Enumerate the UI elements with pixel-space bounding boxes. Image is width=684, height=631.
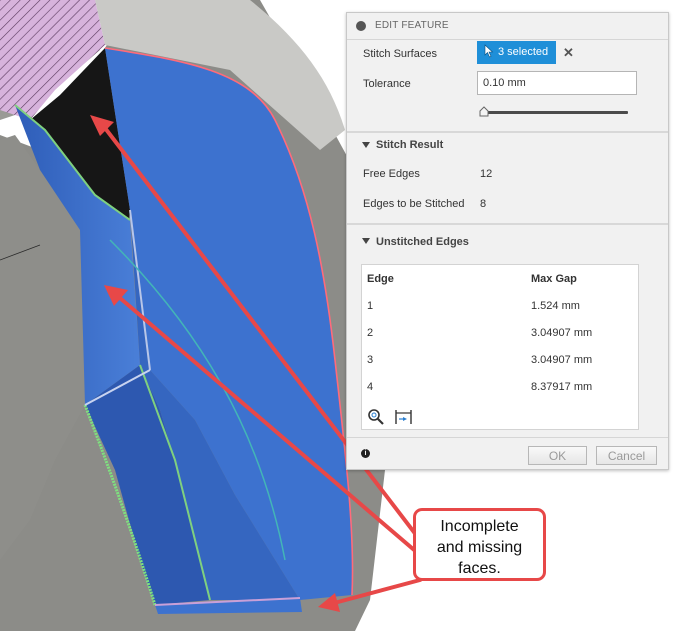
ok-button[interactable]: OK	[528, 446, 587, 465]
tolerance-input[interactable]	[477, 71, 637, 95]
table-row-edge[interactable]: 1	[367, 300, 373, 312]
edges-to-stitch-value: 8	[480, 198, 487, 210]
table-row-gap[interactable]: 8.37917 mm	[531, 381, 592, 393]
tolerance-slider-track[interactable]	[482, 111, 628, 114]
stitch-surfaces-label: Stitch Surfaces	[363, 48, 437, 60]
stitch-surfaces-selection-button[interactable]: 3 selected	[477, 41, 556, 64]
panel-title: EDIT FEATURE	[375, 20, 449, 31]
free-edges-label: Free Edges	[363, 168, 420, 180]
table-row-gap[interactable]: 3.04907 mm	[531, 327, 592, 339]
callout-line: faces.	[458, 560, 501, 577]
table-row-gap[interactable]: 3.04907 mm	[531, 354, 592, 366]
unstitched-edges-section-header[interactable]: Unstitched Edges	[347, 223, 668, 251]
stitch-result-section-header[interactable]: Stitch Result	[347, 131, 668, 159]
fit-edges-icon[interactable]	[394, 408, 414, 426]
collapse-triangle-icon	[362, 142, 370, 148]
table-row-edge[interactable]: 2	[367, 327, 373, 339]
edges-to-stitch-label: Edges to be Stitched	[363, 198, 465, 210]
edit-feature-panel: EDIT FEATURE Stitch Surfaces 3 selected …	[346, 12, 669, 470]
model-geometry	[0, 0, 390, 631]
tolerance-label: Tolerance	[363, 78, 411, 90]
unstitched-edges-table: Edge Max Gap 1 1.524 mm 2 3.04907 mm 3 3…	[361, 264, 639, 430]
free-edges-value: 12	[480, 168, 493, 180]
annotation-callout: Incomplete and missing faces.	[413, 508, 546, 581]
zoom-to-edge-icon[interactable]	[367, 408, 385, 426]
unstitched-edges-heading: Unstitched Edges	[376, 236, 469, 248]
callout-line: and missing	[436, 539, 523, 556]
clear-selection-close-icon[interactable]: ✕	[563, 45, 574, 61]
table-row-gap[interactable]: 1.524 mm	[531, 300, 580, 312]
cancel-button[interactable]: Cancel	[596, 446, 657, 465]
cursor-arrow-icon	[484, 44, 494, 58]
tolerance-slider-thumb[interactable]	[479, 106, 489, 117]
selection-count-label: 3 selected	[498, 46, 549, 58]
table-row-edge[interactable]: 4	[367, 381, 373, 393]
collapse-triangle-icon	[362, 238, 370, 244]
callout-line: Incomplete	[440, 518, 519, 535]
stitch-result-heading: Stitch Result	[376, 139, 444, 151]
panel-header: EDIT FEATURE	[347, 13, 668, 40]
table-row-edge[interactable]: 3	[367, 354, 373, 366]
panel-footer: i OK Cancel	[347, 437, 668, 471]
table-header-max-gap: Max Gap	[531, 273, 577, 285]
panel-header-dot-icon	[356, 21, 366, 31]
table-header-edge: Edge	[367, 273, 394, 285]
info-icon[interactable]: i	[361, 449, 370, 458]
